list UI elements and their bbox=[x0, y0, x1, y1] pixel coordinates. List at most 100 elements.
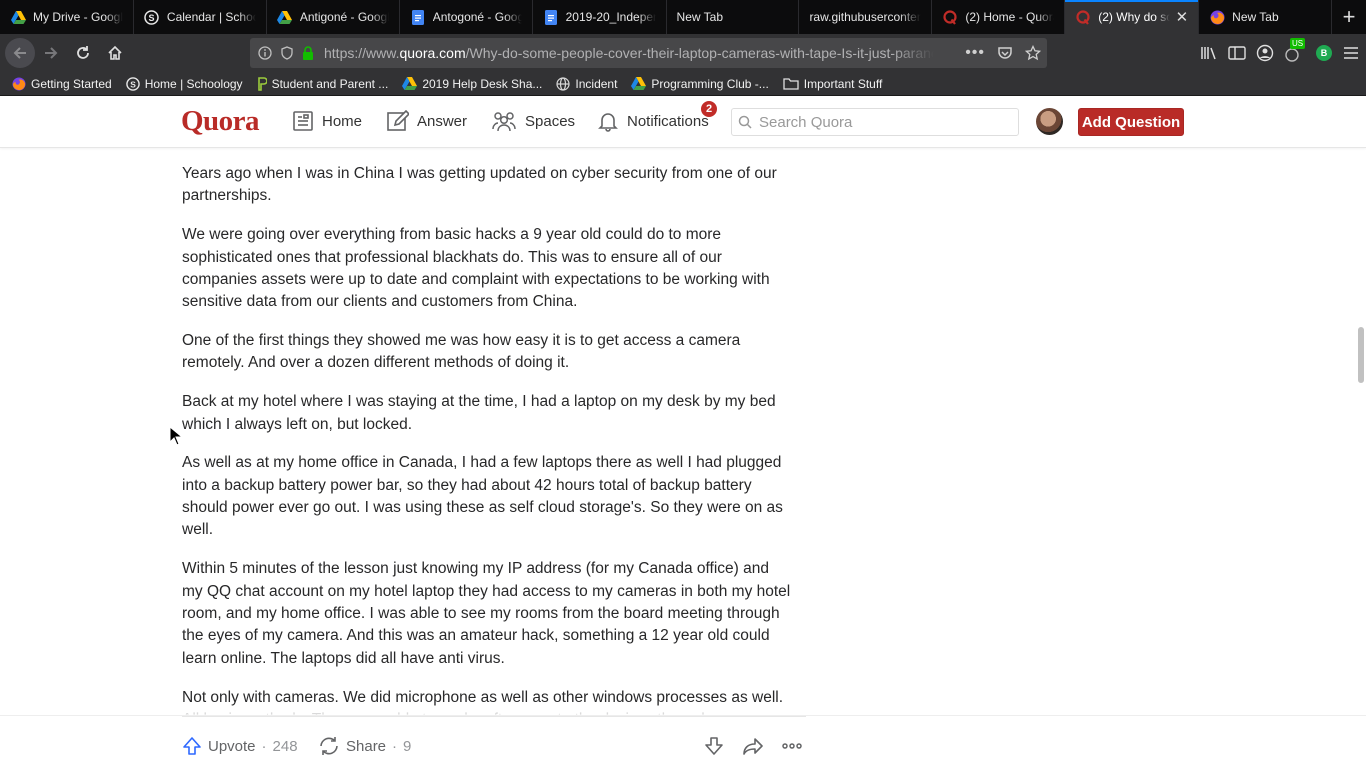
account-icon[interactable] bbox=[1256, 44, 1274, 62]
shield-icon[interactable] bbox=[280, 46, 294, 60]
reload-button[interactable] bbox=[67, 37, 99, 69]
forward-arrow-icon bbox=[743, 738, 763, 755]
nav-answer[interactable]: Answer bbox=[387, 106, 467, 136]
student-portal-icon bbox=[257, 76, 267, 91]
quora-logo[interactable]: Quora bbox=[181, 105, 260, 138]
more-options-button[interactable] bbox=[781, 736, 803, 756]
library-icon[interactable] bbox=[1200, 45, 1218, 61]
bookmark-important-stuff[interactable]: Important Stuff bbox=[783, 77, 882, 91]
google-drive-icon bbox=[10, 9, 26, 25]
share-icon bbox=[320, 737, 338, 755]
answer-paragraph: One of the first things they showed me w… bbox=[182, 332, 741, 372]
arrow-right-icon bbox=[45, 47, 58, 59]
star-icon[interactable] bbox=[1025, 45, 1041, 61]
answer-paragraph: Back at my hotel where I was staying at … bbox=[182, 393, 776, 433]
sidebar-icon[interactable] bbox=[1228, 45, 1246, 61]
nav-notifications-label: Notifications bbox=[627, 112, 709, 130]
back-button[interactable] bbox=[5, 38, 35, 68]
share-label: Share bbox=[346, 737, 387, 755]
bookmark-student-parent[interactable]: Student and Parent ... bbox=[257, 76, 388, 91]
bookmark-programming-club[interactable]: Programming Club -... bbox=[631, 77, 769, 91]
upvote-label: Upvote bbox=[208, 737, 256, 755]
quora-icon bbox=[1075, 9, 1091, 25]
vpn-extension-button[interactable]: US bbox=[1284, 38, 1306, 64]
menu-icon[interactable] bbox=[1342, 45, 1360, 61]
tab-title: 2019-20_Independent bbox=[565, 10, 656, 24]
extension-icon bbox=[1285, 48, 1299, 62]
avatar[interactable] bbox=[1036, 108, 1063, 135]
bookmark-getting-started[interactable]: Getting Started bbox=[12, 77, 112, 91]
search-box[interactable] bbox=[731, 108, 1019, 136]
browser-tab[interactable]: 2019-20_Independent bbox=[533, 0, 667, 34]
tab-title: raw.githubusercontent.com bbox=[809, 10, 921, 24]
url-actions: ••• bbox=[965, 38, 1041, 68]
extension-badge: US bbox=[1290, 38, 1306, 49]
search-icon bbox=[738, 115, 752, 129]
mouse-cursor-icon bbox=[169, 426, 183, 446]
url-bar[interactable]: https://www.quora.com/Why-do-some-people… bbox=[250, 38, 1047, 68]
browser-tab-active[interactable]: (2) Why do some ✕ bbox=[1065, 0, 1200, 34]
firefox-icon bbox=[12, 76, 26, 91]
page-scrollbar[interactable] bbox=[1358, 327, 1364, 383]
upvote-button[interactable]: Upvote · 248 bbox=[182, 736, 298, 756]
more-actions-icon[interactable]: ••• bbox=[965, 44, 985, 62]
google-drive-icon bbox=[277, 9, 293, 25]
browser-tab[interactable]: My Drive - Google Drive bbox=[0, 0, 134, 34]
svg-text:S: S bbox=[149, 13, 155, 23]
globe-icon bbox=[556, 76, 570, 91]
add-question-button[interactable]: Add Question bbox=[1078, 108, 1184, 136]
close-tab-icon[interactable]: ✕ bbox=[1176, 8, 1189, 26]
schoology-icon: S bbox=[125, 76, 140, 91]
nav-spaces-label: Spaces bbox=[525, 112, 576, 130]
browser-tab[interactable]: (2) Home - Quora bbox=[932, 0, 1066, 34]
schoology-icon: S bbox=[144, 9, 160, 25]
search-input[interactable] bbox=[759, 113, 1009, 131]
home-button[interactable] bbox=[99, 37, 131, 69]
profile-badge[interactable]: B bbox=[1316, 45, 1332, 61]
tab-title: New Tab bbox=[676, 10, 724, 24]
forward-share-button[interactable] bbox=[742, 736, 764, 756]
tab-title: My Drive - Google Drive bbox=[33, 10, 123, 24]
nav-answer-label: Answer bbox=[417, 112, 468, 130]
info-icon[interactable] bbox=[258, 46, 272, 60]
bookmark-schoology[interactable]: S Home | Schoology bbox=[125, 76, 243, 91]
reload-icon bbox=[77, 46, 89, 59]
bookmark-incident[interactable]: Incident bbox=[556, 77, 617, 91]
bell-icon bbox=[598, 113, 618, 132]
answer-paragraph: Within 5 minutes of the lesson just know… bbox=[182, 560, 791, 667]
firefox-icon bbox=[1209, 9, 1225, 25]
upvote-arrow-icon bbox=[183, 737, 201, 755]
bookmark-help-desk[interactable]: 2019 Help Desk Sha... bbox=[402, 77, 542, 91]
pocket-icon[interactable] bbox=[997, 45, 1013, 61]
toolbar-right: US B bbox=[1200, 37, 1360, 69]
share-count: 9 bbox=[403, 737, 412, 755]
action-bar-inner: Upvote · 248 Share · 9 bbox=[182, 716, 806, 769]
nav-home[interactable]: Home bbox=[292, 106, 362, 136]
browser-tab[interactable]: Antigoné - Google Drive bbox=[267, 0, 400, 34]
answer-body: Years ago when I was in China I was gett… bbox=[182, 163, 792, 748]
answer-action-bar: Upvote · 248 Share · 9 bbox=[0, 715, 1366, 768]
tab-title: (2) Home - Quora bbox=[965, 10, 1055, 24]
downvote-arrow-icon bbox=[705, 737, 723, 755]
lock-icon bbox=[303, 46, 313, 60]
upvote-count: 248 bbox=[272, 737, 298, 755]
answer-paragraph: We were going over everything from basic… bbox=[182, 226, 770, 311]
nav-notifications[interactable]: Notifications bbox=[597, 106, 709, 136]
browser-tab[interactable]: raw.githubusercontent.com bbox=[799, 0, 933, 34]
forward-button[interactable] bbox=[35, 37, 67, 69]
tab-title: Antogoné - Google Docs bbox=[432, 10, 522, 24]
spaces-icon bbox=[492, 112, 516, 132]
browser-tab[interactable]: S Calendar | Schoology bbox=[134, 0, 267, 34]
bookmarks-bar: Getting Started S Home | Schoology Stude… bbox=[0, 72, 1366, 96]
share-button[interactable]: Share · 9 bbox=[318, 736, 411, 756]
nav-spaces[interactable]: Spaces bbox=[491, 106, 575, 136]
browser-tab[interactable]: Antogoné - Google Docs bbox=[400, 0, 533, 34]
google-drive-icon bbox=[402, 77, 418, 90]
browser-tab[interactable]: New Tab bbox=[667, 0, 800, 34]
home-icon bbox=[108, 45, 122, 60]
arrow-left-icon bbox=[13, 47, 26, 59]
browser-tab[interactable]: New Tab bbox=[1199, 0, 1333, 34]
downvote-button[interactable] bbox=[704, 736, 724, 756]
browser-toolbar: https://www.quora.com/Why-do-some-people… bbox=[0, 34, 1366, 72]
new-tab-button[interactable]: + bbox=[1332, 0, 1366, 34]
